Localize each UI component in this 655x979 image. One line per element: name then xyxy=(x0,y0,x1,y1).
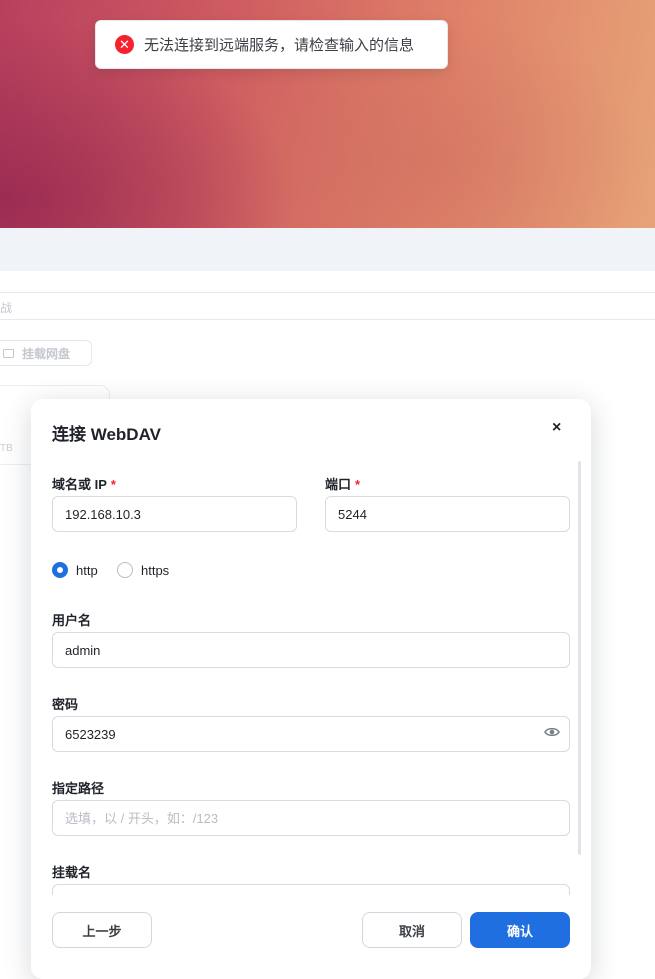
toast-message: 无法连接到远端服务，请检查输入的信息 xyxy=(144,37,415,54)
host-label-text: 域名或 IP xyxy=(52,477,107,492)
radio-label: http xyxy=(76,562,98,578)
required-mark: * xyxy=(355,477,361,492)
mount-drive-label: 挂载网盘 xyxy=(22,346,71,361)
dialog-title: 连接 WebDAV xyxy=(52,425,161,444)
radio-label: https xyxy=(141,562,170,578)
port-label: 端口 * xyxy=(325,474,360,493)
eye-icon[interactable] xyxy=(544,726,560,738)
error-toast: ✕ 无法连接到远端服务，请检查输入的信息 xyxy=(95,20,448,69)
radio-selected-icon xyxy=(52,562,68,578)
protocol-https-radio[interactable]: https xyxy=(117,562,169,578)
close-circle-icon: ✕ xyxy=(115,35,134,54)
password-input[interactable] xyxy=(52,716,570,752)
divider xyxy=(0,319,655,320)
username-label: 用户名 xyxy=(52,613,92,628)
mount-drive-button[interactable]: 挂载网盘 xyxy=(0,340,92,366)
path-label: 指定路径 xyxy=(52,781,105,796)
password-label: 密码 xyxy=(52,697,79,712)
scrollbar[interactable] xyxy=(578,461,581,855)
back-button[interactable]: 上一步 xyxy=(52,912,152,948)
required-mark: * xyxy=(110,477,116,492)
radio-unselected-icon xyxy=(117,562,133,578)
close-icon[interactable]: × xyxy=(552,419,561,437)
divider xyxy=(0,292,655,293)
background-text-fragment: 战 xyxy=(0,301,13,315)
host-input[interactable] xyxy=(52,496,297,532)
host-label: 域名或 IP * xyxy=(52,474,116,493)
folder-icon xyxy=(3,348,14,358)
storage-unit-fragment: TB xyxy=(0,443,13,454)
header-band xyxy=(0,228,655,271)
port-label-text: 端口 xyxy=(325,477,352,492)
cancel-button[interactable]: 取消 xyxy=(362,912,462,948)
username-input[interactable] xyxy=(52,632,570,668)
webdav-dialog: 连接 WebDAV × 域名或 IP* 端口* http https 用户名 密… xyxy=(31,399,591,979)
confirm-button[interactable]: 确认 xyxy=(470,912,570,948)
mount-name-label: 挂载名 xyxy=(52,865,92,880)
protocol-http-radio[interactable]: http xyxy=(52,562,98,578)
path-input[interactable] xyxy=(52,800,570,836)
port-input[interactable] xyxy=(325,496,570,532)
